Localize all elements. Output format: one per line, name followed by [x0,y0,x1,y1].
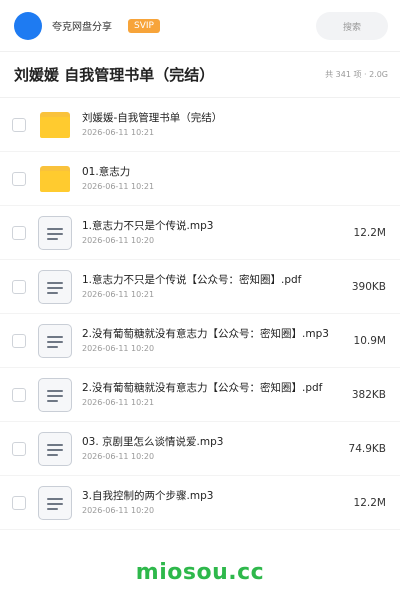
file-size: 12.2M [353,226,386,239]
file-info: 1.意志力不只是个传说【公众号：密知圈】.pdf 2026-06-11 10:2… [82,273,346,300]
file-date: 2026-06-11 10:21 [82,398,155,407]
file-row[interactable]: 01.意志力 2026-06-11 10:21 [0,152,400,206]
row-checkbox[interactable] [12,333,26,348]
watermark: miosou.cc [135,560,265,585]
folder-header: 刘媛媛 自我管理书单（完结） 共 341 项 · 2.0G [0,52,400,98]
file-size: 382KB [351,388,386,401]
document-icon [38,269,72,304]
row-checkbox[interactable] [12,387,26,402]
file-name: 3.自我控制的两个步骤.mp3 [82,490,214,502]
top-bar: 夸克网盘分享 SVIP 搜索 [0,0,400,52]
file-name: 2.没有葡萄糖就没有意志力【公众号：密知圈】.mp3 [82,328,329,340]
row-checkbox[interactable] [12,225,26,240]
folder-icon [38,108,72,142]
file-date: 2026-06-11 10:21 [82,182,155,191]
file-row[interactable]: 03. 京剧里怎么谈情说爱.mp3 2026-06-11 10:20 74.9K… [0,422,400,476]
file-info: 03. 京剧里怎么谈情说爱.mp3 2026-06-11 10:20 [82,435,343,462]
row-checkbox[interactable] [12,495,26,510]
file-row[interactable]: 1.意志力不只是个传说【公众号：密知圈】.pdf 2026-06-11 10:2… [0,260,400,314]
file-row[interactable]: 1.意志力不只是个传说.mp3 2026-06-11 10:20 12.2M [0,206,400,260]
file-name: 1.意志力不只是个传说.mp3 [82,220,214,232]
document-icon [38,323,72,358]
file-size: 390KB [351,280,386,293]
folder-icon [38,162,72,196]
file-list: 刘媛媛-自我管理书单（完结） 2026-06-11 10:21 01.意志力 2… [0,98,400,530]
file-row[interactable]: 刘媛媛-自我管理书单（完结） 2026-06-11 10:21 [0,98,400,152]
document-icon [38,431,72,466]
document-icon [38,377,72,412]
file-date: 2026-06-11 10:20 [82,344,155,353]
file-row[interactable]: 2.没有葡萄糖就没有意志力【公众号：密知圈】.mp3 2026-06-11 10… [0,314,400,368]
folder-meta: 共 341 项 · 2.0G [325,70,388,79]
file-info: 1.意志力不只是个传说.mp3 2026-06-11 10:20 [82,219,348,246]
file-info: 3.自我控制的两个步骤.mp3 2026-06-11 10:20 [82,489,348,516]
file-date: 2026-06-11 10:20 [82,236,155,245]
share-source-label: 夸克网盘分享 [52,22,112,33]
svip-badge: SVIP [128,18,160,33]
file-size: 74.9KB [348,442,386,455]
row-checkbox[interactable] [12,441,26,456]
search-button[interactable]: 搜索 [316,12,388,40]
file-info: 刘媛媛-自我管理书单（完结） 2026-06-11 10:21 [82,111,400,138]
row-checkbox[interactable] [12,279,26,294]
file-name: 01.意志力 [82,166,131,178]
file-info: 01.意志力 2026-06-11 10:21 [82,165,400,192]
file-date: 2026-06-11 10:21 [82,128,155,137]
file-name: 1.意志力不只是个传说【公众号：密知圈】.pdf [82,274,302,286]
file-info: 2.没有葡萄糖就没有意志力【公众号：密知圈】.pdf 2026-06-11 10… [82,381,346,408]
avatar[interactable] [14,11,42,40]
file-size: 12.2M [353,496,386,509]
file-name: 刘媛媛-自我管理书单（完结） [82,112,223,124]
document-icon [38,215,72,250]
page-title: 刘媛媛 自我管理书单（完结） [14,66,215,84]
file-name: 2.没有葡萄糖就没有意志力【公众号：密知圈】.pdf [82,382,323,394]
file-date: 2026-06-11 10:21 [82,290,155,299]
document-icon [38,485,72,520]
file-row[interactable]: 3.自我控制的两个步骤.mp3 2026-06-11 10:20 12.2M [0,476,400,530]
file-date: 2026-06-11 10:20 [82,506,155,515]
file-name: 03. 京剧里怎么谈情说爱.mp3 [82,436,224,448]
row-checkbox[interactable] [12,117,26,132]
file-row[interactable]: 2.没有葡萄糖就没有意志力【公众号：密知圈】.pdf 2026-06-11 10… [0,368,400,422]
row-checkbox[interactable] [12,171,26,186]
file-size: 10.9M [353,334,386,347]
file-info: 2.没有葡萄糖就没有意志力【公众号：密知圈】.mp3 2026-06-11 10… [82,327,348,354]
file-date: 2026-06-11 10:20 [82,452,155,461]
